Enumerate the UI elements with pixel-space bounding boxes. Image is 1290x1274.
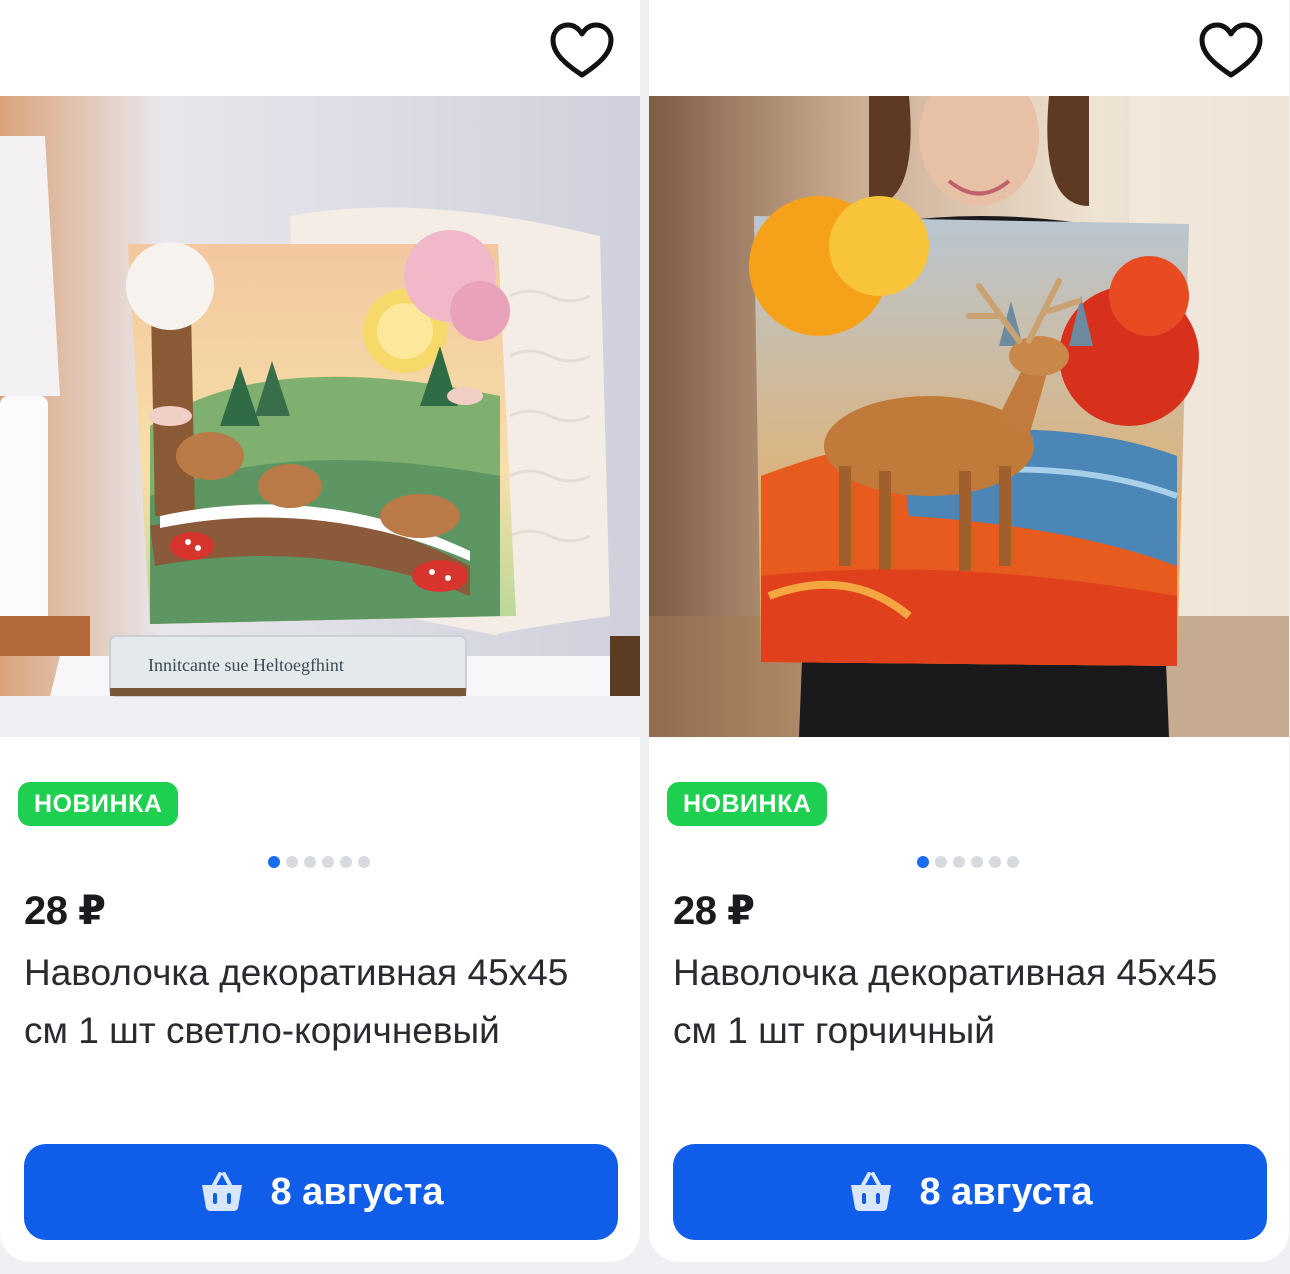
product-card[interactable]: Innitcante sue Heltoegfhint НОВИНКА 28 ₽… (0, 0, 640, 1262)
carousel-dot (971, 856, 983, 868)
product-price: 28 ₽ (24, 889, 106, 933)
product-photo[interactable] (649, 96, 1289, 737)
delivery-date: 8 августа (270, 1170, 444, 1213)
product-title[interactable]: Наволочка декоративная 45х45 см 1 шт гор… (673, 944, 1233, 1060)
favorite-button[interactable] (1195, 18, 1267, 84)
product-photo[interactable]: Innitcante sue Heltoegfhint (0, 96, 640, 737)
delivery-date: 8 августа (919, 1170, 1093, 1213)
product-card[interactable]: НОВИНКА 28 ₽ Наволочка декоративная 45х4… (649, 0, 1289, 1262)
product-price: 28 ₽ (673, 889, 755, 933)
carousel-dot (322, 856, 334, 868)
carousel-dot (989, 856, 1001, 868)
carousel-dot (1007, 856, 1019, 868)
carousel-dot (358, 856, 370, 868)
add-to-cart-button[interactable]: 8 августа (24, 1144, 618, 1240)
carousel-dot (935, 856, 947, 868)
heart-outline-icon (550, 22, 614, 78)
carousel-dot (286, 856, 298, 868)
new-badge: НОВИНКА (18, 782, 179, 826)
basket-icon (198, 1171, 246, 1213)
book-cover-text: Innitcante sue Heltoegfhint (148, 655, 344, 675)
carousel-dot-active (917, 856, 929, 868)
add-to-cart-button[interactable]: 8 августа (673, 1144, 1267, 1240)
carousel-dot (304, 856, 316, 868)
carousel-indicator (917, 855, 1019, 869)
carousel-indicator (268, 855, 370, 869)
heart-outline-icon (1199, 22, 1263, 78)
favorite-button[interactable] (546, 18, 618, 84)
carousel-dot-active (268, 856, 280, 868)
product-grid: Innitcante sue Heltoegfhint НОВИНКА 28 ₽… (0, 0, 1290, 1274)
basket-icon (847, 1171, 895, 1213)
product-title[interactable]: Наволочка декоративная 45х45 см 1 шт све… (24, 944, 584, 1060)
carousel-dot (953, 856, 965, 868)
carousel-dot (340, 856, 352, 868)
new-badge: НОВИНКА (667, 782, 828, 826)
